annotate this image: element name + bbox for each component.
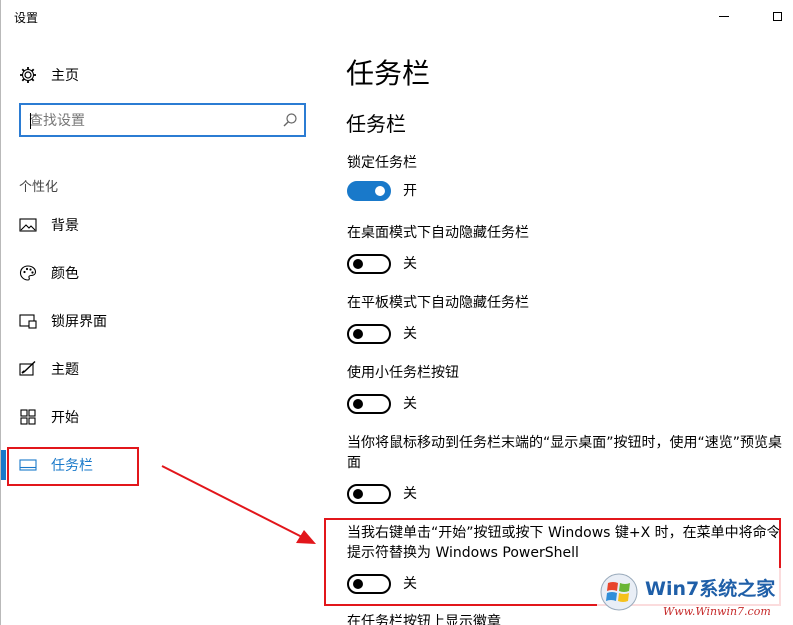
watermark-url: Www.Winwin7.com <box>663 605 771 618</box>
watermark: Win7系统之家 Www.Winwin7.com <box>597 568 793 625</box>
settings-window: 设置 主页 个性化 背景 颜色 锁屏界面 <box>0 0 793 625</box>
watermark-title: Win7系统之家 <box>645 578 776 600</box>
annotation-arrow <box>161 465 316 544</box>
windows-logo-icon <box>600 573 638 611</box>
